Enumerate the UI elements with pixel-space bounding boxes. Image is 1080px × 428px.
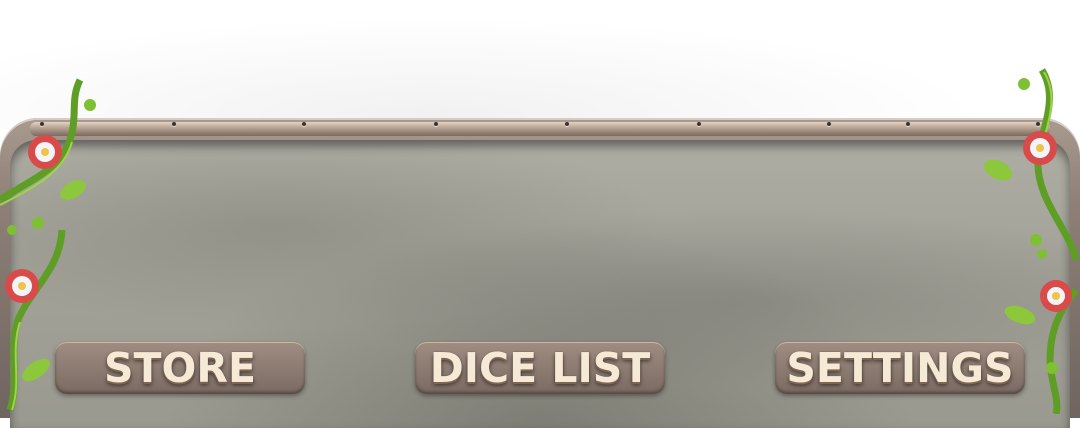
- flower-icon: [5, 269, 39, 303]
- flower-icon: [28, 135, 62, 169]
- flower-icon: [1040, 280, 1072, 312]
- rivet: [697, 122, 701, 126]
- rivet: [434, 122, 438, 126]
- dice-list-button[interactable]: DICE LIST: [415, 342, 665, 394]
- rivet: [827, 122, 831, 126]
- dice-list-button-label: DICE LIST: [429, 344, 651, 392]
- background-sky: [0, 0, 1080, 130]
- flower-icon: [1023, 131, 1057, 165]
- store-button-label: STORE: [104, 344, 256, 392]
- settings-button-label: SETTINGS: [786, 344, 1014, 392]
- settings-button[interactable]: SETTINGS: [775, 342, 1025, 394]
- rivet: [565, 122, 569, 126]
- store-button[interactable]: STORE: [55, 342, 305, 394]
- rivet: [172, 122, 176, 126]
- rivet: [302, 122, 306, 126]
- rivet: [906, 122, 910, 126]
- frame-top-rail: [30, 122, 1050, 136]
